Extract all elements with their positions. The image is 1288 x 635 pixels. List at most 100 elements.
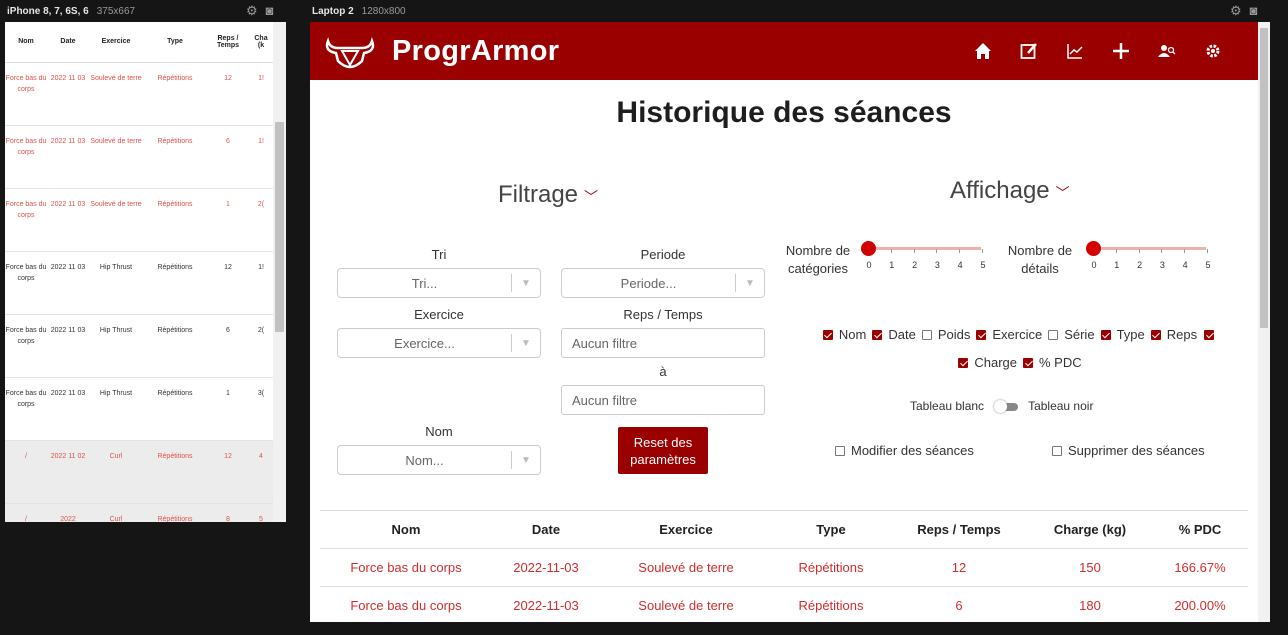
phone-table-cell: 2022 [47, 503, 89, 522]
reset-button[interactable]: Reset des paramètres [618, 427, 708, 474]
supprimer-checkbox[interactable]: Supprimer des séances [1052, 443, 1205, 458]
checkbox-icon[interactable] [1150, 330, 1161, 340]
table-row[interactable]: Force bas du corps 2022-11-03 Soulevé de t… [320, 548, 1248, 587]
phone-table-row[interactable]: Force bas du corps 2022 11 03 Hip Thrust Ré… [5, 314, 273, 378]
camera-icon[interactable]: ◙ [266, 3, 274, 19]
phone-scrollbar-thumb[interactable] [275, 122, 284, 332]
gear-icon[interactable]: ⚙ [246, 3, 258, 19]
table-theme-toggle[interactable] [994, 400, 1019, 413]
logo-icon[interactable] [322, 31, 378, 71]
checkbox-icon[interactable] [958, 358, 969, 368]
phone-table-row[interactable]: Force bas du corps 2022 11 03 Soulevé de t… [5, 188, 273, 252]
column-checkbox[interactable]: Série [1048, 321, 1095, 349]
checkbox-icon[interactable] [921, 330, 932, 340]
column-checkbox-label: Série [1064, 327, 1095, 342]
plus-icon[interactable] [1098, 38, 1144, 64]
checkbox-icon[interactable] [822, 330, 833, 340]
phone-table-cell: Force bas du corps [5, 62, 47, 126]
categories-slider[interactable]: 0 1 2 3 4 5 [861, 239, 986, 279]
phone-table-row[interactable]: /2022 11 02 Curl Répétitions 12 4 [5, 440, 273, 504]
checkbox-icon[interactable] [835, 446, 845, 456]
users-icon[interactable] [1144, 38, 1190, 64]
column-header[interactable]: Date [492, 510, 600, 549]
column-header[interactable]: % PDC [1152, 510, 1248, 549]
table-cell: Soulevé de terre [600, 586, 772, 622]
reps-min-input[interactable]: Aucun filtre [561, 328, 765, 358]
phone-table-row[interactable]: /2022 Curl Répétitions 8 5 [5, 503, 273, 522]
exercice-select[interactable]: Exercice... ▼ [337, 328, 541, 358]
column-header[interactable]: Type [772, 510, 890, 549]
column-header[interactable]: Reps / Temps [890, 510, 1028, 549]
phone-table-cell: / [5, 503, 47, 522]
chevron-down-icon: ▼ [745, 277, 755, 289]
camera-icon[interactable]: ◙ [1250, 3, 1258, 19]
phone-table-cell: Curl [89, 503, 143, 522]
checkbox-icon[interactable] [1100, 330, 1111, 340]
periode-select[interactable]: Periode... ▼ [561, 268, 765, 298]
details-slider[interactable]: 0 1 2 3 4 5 [1086, 239, 1211, 279]
gear-icon[interactable]: ⚙ [1230, 3, 1242, 19]
slider-tick [1184, 249, 1186, 253]
column-header[interactable]: Nom [320, 510, 492, 549]
phone-table-cell: Force bas du corps [5, 314, 47, 378]
modifier-checkbox[interactable]: Modifier des séances [835, 443, 974, 458]
chevron-down-icon: ▼ [521, 337, 531, 349]
column-checkbox[interactable]: Nom [822, 321, 866, 349]
phone-column-header[interactable]: Date [47, 22, 89, 63]
laptop-scrollbar-thumb[interactable] [1260, 28, 1268, 328]
checkbox-icon[interactable] [1023, 358, 1033, 368]
column-checkbox[interactable]: Reps [1150, 321, 1197, 349]
checkbox-icon[interactable] [1204, 330, 1215, 340]
phone-table-cell: 2022 11 03 [47, 377, 89, 441]
column-checkbox[interactable]: Charge [958, 349, 1017, 377]
checkbox-icon[interactable] [976, 330, 987, 340]
chevron-down-icon: ﹀ [1055, 185, 1070, 201]
laptop-device-size: 1280x800 [361, 5, 406, 17]
table-cell: 2022-11-03 [492, 586, 600, 622]
checkbox-icon[interactable] [1048, 330, 1059, 340]
chart-icon[interactable] [1052, 38, 1098, 64]
edit-icon[interactable] [1006, 38, 1052, 64]
affichage-toggle[interactable]: Affichage ﹀ [950, 177, 1070, 205]
column-header[interactable]: Charge (kg) [1028, 510, 1152, 549]
column-checkbox[interactable]: Date [872, 321, 916, 349]
phone-column-header[interactable]: Cha (k [249, 22, 273, 63]
column-checkbox[interactable]: Type [1100, 321, 1145, 349]
column-checkbox-label: Exercice [992, 327, 1043, 342]
column-checkbox[interactable]: % PDC [1023, 349, 1082, 377]
phone-table-row[interactable]: Force bas du corps 2022 11 03 Hip Thrust Ré… [5, 251, 273, 315]
column-checkbox[interactable]: Exercice [976, 321, 1042, 349]
column-header[interactable]: Exercice [600, 510, 772, 549]
slider-tick [959, 249, 961, 253]
phone-column-header[interactable]: Exercice [89, 22, 143, 63]
reps-max-input[interactable]: Aucun filtre [561, 385, 765, 415]
phone-table-row[interactable]: Force bas du corps 2022 11 03 Soulevé de t… [5, 62, 273, 126]
phone-table-cell: 3( [249, 377, 273, 441]
column-checkbox[interactable]: Poids [921, 321, 970, 349]
slider-rail[interactable] [1090, 247, 1206, 250]
phone-table-row[interactable]: Force bas du corps 2022 11 03 Hip Thrust Ré… [5, 377, 273, 441]
slider-handle[interactable] [861, 241, 876, 256]
phone-table-cell: Répétitions [143, 188, 207, 252]
phone-column-header[interactable]: Nom [5, 22, 47, 63]
phone-column-header[interactable]: Type [143, 22, 207, 63]
periode-label: Periode [640, 247, 686, 262]
phone-column-header[interactable]: Reps / Temps [207, 22, 249, 63]
gear-icon[interactable] [1190, 38, 1236, 64]
checkbox-icon[interactable] [1052, 446, 1062, 456]
phone-table-row[interactable]: Force bas du corps 2022 11 03 Soulevé de t… [5, 125, 273, 189]
laptop-device-name: Laptop 2 [312, 5, 354, 17]
slider-handle[interactable] [1086, 241, 1101, 256]
phone-table-cell: 2022 11 03 [47, 62, 89, 126]
brand-name[interactable]: ProgrArmor [392, 35, 559, 68]
a-label: à [659, 364, 667, 379]
table-row[interactable]: Force bas du corps 2022-11-03 Soulevé de t… [320, 586, 1248, 622]
table-cell: Répétitions [772, 586, 890, 622]
nom-select[interactable]: Nom... ▼ [337, 445, 541, 475]
home-icon[interactable] [960, 38, 1006, 64]
slider-rail[interactable] [865, 247, 981, 250]
filtrage-toggle[interactable]: Filtrage ﹀ [498, 181, 598, 209]
checkbox-icon[interactable] [872, 330, 883, 340]
phone-table-cell: Répétitions [143, 314, 207, 378]
tri-select[interactable]: Tri... ▼ [337, 268, 541, 298]
